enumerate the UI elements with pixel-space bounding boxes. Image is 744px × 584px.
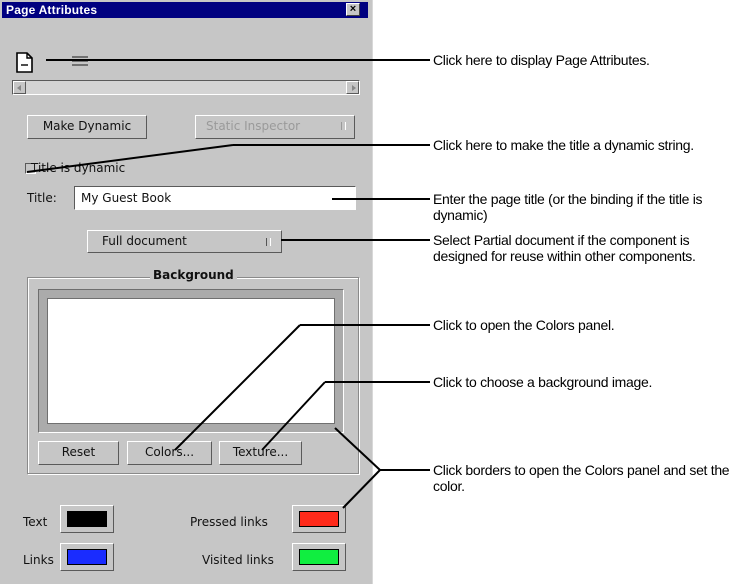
annotation-background-image: Click to choose a background image. (433, 374, 653, 390)
annotation-page-title: Enter the page title (or the binding if … (433, 191, 703, 223)
leader-borders-down (342, 469, 381, 509)
annotation-borders: Click borders to open the Colors panel a… (433, 462, 730, 494)
leader-dynamic-checkbox (26, 144, 234, 173)
leader-borders-up (334, 427, 381, 471)
leader-colors-diag (174, 324, 301, 451)
leader-texture-diag (261, 381, 326, 451)
annotation-partial-document: Select Partial document if the component… (433, 232, 696, 264)
callout-leader-lines (26, 59, 430, 509)
annotation-dynamic-title: Click here to make the title a dynamic s… (433, 137, 694, 153)
annotation-page-attributes: Click here to display Page Attributes. (433, 52, 650, 68)
annotation-colors-panel: Click to open the Colors panel. (433, 317, 615, 333)
